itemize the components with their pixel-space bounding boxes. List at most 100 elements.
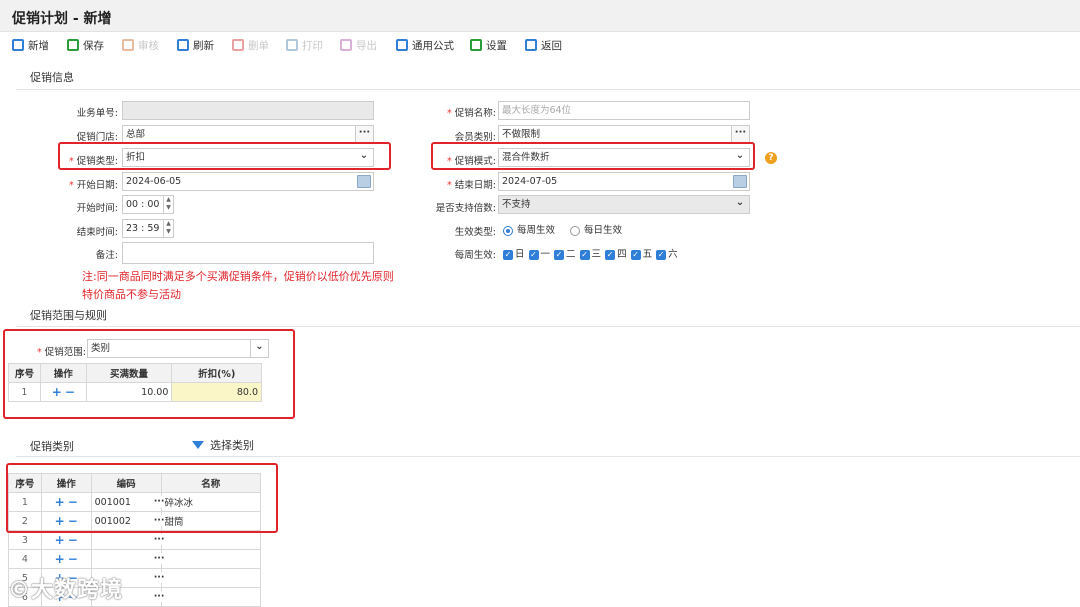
export-icon	[340, 39, 352, 51]
more-icon[interactable]: ···	[153, 553, 165, 564]
toolbar-button-3[interactable]: 刷新	[177, 36, 214, 54]
effect-type-radios: 每周生效 每日生效	[503, 222, 622, 236]
weekday-checkbox[interactable]: ✓ 三	[579, 249, 602, 260]
toolbar-button-8[interactable]: 设置	[470, 36, 507, 54]
toolbar-button-5[interactable]: 打印	[286, 36, 323, 54]
weekday-checkbox[interactable]: ✓ 一	[528, 249, 551, 260]
toolbar-label: 通用公式	[412, 39, 454, 52]
toolbar-button-2[interactable]: 审核	[122, 36, 159, 54]
more-icon[interactable]: ···	[153, 572, 165, 583]
spinner-icon[interactable]: ▲ ▼	[163, 220, 173, 237]
toolbar-button-1[interactable]: 保存	[67, 36, 104, 54]
toolbar-button-6[interactable]: 导出	[340, 36, 377, 54]
start-time-field[interactable]: 00 : 00 ▲ ▼	[122, 195, 174, 214]
weekday-label: 二	[566, 249, 576, 260]
note-line-1: 注:同一商品同时满足多个买满促销条件，促销价以低价优先原则	[82, 270, 394, 283]
name-cell	[160, 568, 262, 588]
save-icon	[67, 39, 79, 51]
help-icon[interactable]: ?	[765, 152, 777, 164]
calendar-icon[interactable]	[733, 175, 747, 188]
end-time-field[interactable]: 23 : 59 ▲ ▼	[122, 219, 174, 238]
toolbar-label: 返回	[541, 39, 562, 52]
start-date-field[interactable]: 2024-06-05	[122, 172, 374, 191]
weekday-checkbox[interactable]: ✓ 日	[503, 249, 525, 260]
remark-field[interactable]	[122, 242, 374, 264]
weekday-checkbox[interactable]: ✓ 五	[630, 249, 653, 260]
promo-name-input[interactable]: 最大长度为64位	[498, 101, 750, 120]
section-title-info: 促销信息	[30, 71, 74, 84]
divider	[16, 89, 1080, 90]
toolbar-button-0[interactable]: 新增	[12, 36, 49, 54]
radio-daily[interactable]: 每日生效	[570, 225, 622, 236]
toolbar-label: 设置	[486, 39, 507, 52]
highlight-box	[58, 142, 391, 170]
code-cell[interactable]: ···	[90, 530, 165, 550]
title-bar: 促销计划 - 新增	[0, 0, 1080, 32]
effect-type-label: 生效类型:	[454, 227, 496, 238]
toolbar-label: 删单	[248, 39, 269, 52]
settings-icon	[470, 39, 482, 51]
add-doc-icon	[12, 39, 24, 51]
toolbar-button-9[interactable]: 返回	[525, 36, 562, 54]
checkbox-checked-icon: ✓	[605, 249, 616, 260]
more-icon[interactable]: ···	[355, 126, 373, 143]
more-icon[interactable]: ···	[153, 534, 165, 545]
remark-label: 备注:	[95, 250, 118, 261]
table-row: 4 + − ···	[8, 549, 262, 569]
end-date-field[interactable]: 2024-07-05	[498, 172, 750, 191]
more-icon[interactable]: ···	[153, 591, 165, 602]
doc-no-field	[122, 101, 374, 120]
window-title: 促销计划 - 新增	[12, 11, 112, 27]
plus-icon[interactable]: +	[55, 533, 65, 547]
plus-icon[interactable]: +	[55, 552, 65, 566]
multiple-label: 是否支持倍数:	[435, 203, 496, 214]
weekday-label: 一	[540, 249, 551, 260]
checkbox-checked-icon: ✓	[528, 249, 539, 260]
print-icon	[286, 39, 298, 51]
minus-icon[interactable]: −	[68, 533, 78, 547]
radio-weekly[interactable]: 每周生效	[503, 225, 555, 236]
weekday-label: 五	[642, 249, 653, 260]
toolbar: 新增 保存 审核 刷新 删单 打印 导出 通用公式 设置 返回	[0, 33, 1080, 57]
code-cell[interactable]: ···	[90, 549, 165, 569]
toolbar-label: 新增	[28, 39, 49, 52]
filter-icon	[192, 441, 204, 449]
toolbar-label: 导出	[356, 39, 377, 52]
end-date-label: * 结束日期:	[447, 180, 496, 191]
minus-icon[interactable]: −	[68, 552, 78, 566]
divider	[16, 326, 1080, 327]
multiple-select[interactable]: 不支持 ⌄	[498, 195, 750, 214]
spinner-icon[interactable]: ▲ ▼	[163, 196, 173, 213]
checkbox-checked-icon: ✓	[503, 249, 513, 260]
row-actions: + −	[40, 549, 92, 569]
select-category-button[interactable]: 选择类别	[192, 437, 254, 453]
chevron-down-icon[interactable]: ⌄	[731, 196, 749, 213]
toolbar-label: 刷新	[193, 39, 214, 52]
highlight-box	[3, 329, 295, 419]
toolbar-button-4[interactable]: 删单	[232, 36, 269, 54]
more-icon[interactable]: ···	[731, 126, 749, 143]
checkbox-checked-icon: ✓	[656, 249, 667, 260]
row-number: 4	[8, 549, 42, 569]
weekday-checkbox[interactable]: ✓ 二	[554, 249, 576, 260]
weekday-label: 六	[668, 249, 678, 260]
audit-icon	[122, 39, 134, 51]
toolbar-button-7[interactable]: 通用公式	[396, 36, 454, 54]
watermark: ©大数跨境	[8, 578, 124, 603]
member-label: 会员类别:	[454, 132, 496, 143]
checkbox-checked-icon: ✓	[630, 249, 641, 260]
table-row: 3 + − ···	[8, 530, 262, 550]
checkbox-checked-icon: ✓	[579, 249, 590, 260]
divider	[16, 456, 1080, 457]
weekday-checkbox[interactable]: ✓ 六	[656, 249, 678, 260]
weekday-checkbox[interactable]: ✓ 四	[605, 249, 627, 260]
calendar-icon[interactable]	[357, 175, 371, 188]
select-category-label: 选择类别	[210, 439, 254, 452]
name-cell	[160, 549, 262, 569]
name-label: * 促销名称:	[447, 108, 496, 119]
highlight-box	[431, 142, 755, 170]
return-icon	[525, 39, 537, 51]
highlight-box	[6, 463, 278, 533]
weekday-label: 四	[617, 249, 627, 260]
weekday-label: 三	[591, 249, 602, 260]
